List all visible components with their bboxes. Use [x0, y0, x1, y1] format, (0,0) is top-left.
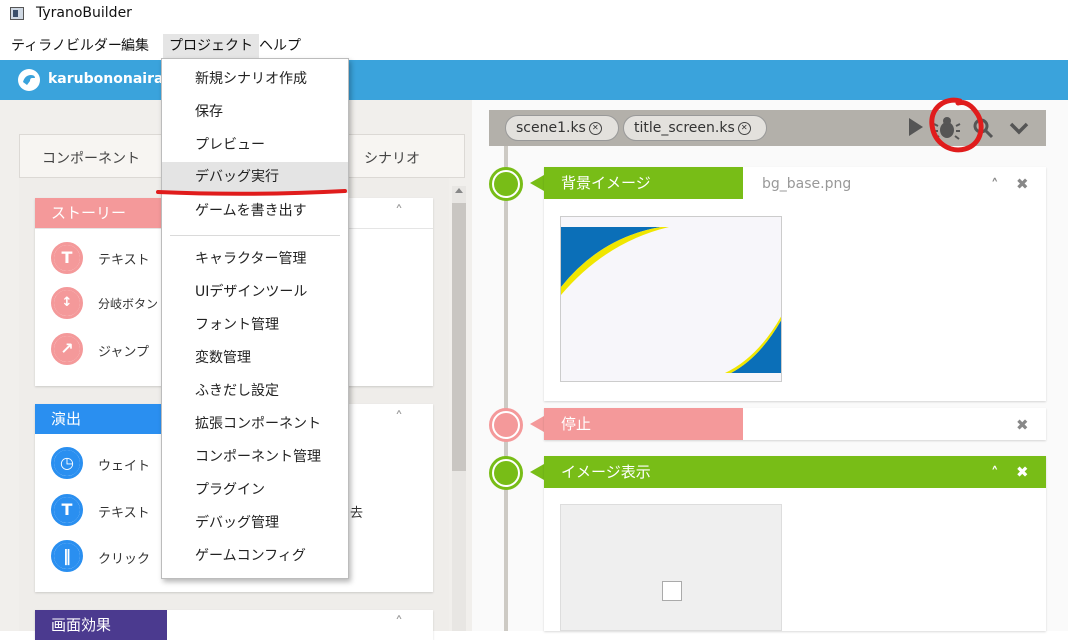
chevron-down-icon[interactable] [1008, 120, 1030, 136]
pointer-arrow [530, 416, 544, 432]
scene-tab-label: scene1.ks [516, 120, 586, 136]
text-t-icon[interactable]: T [51, 242, 83, 274]
stop-timeline-icon [489, 408, 523, 442]
image-placeholder [560, 504, 782, 631]
menu-item-plugins[interactable]: プラグイン [162, 475, 348, 506]
story-card-title: ストーリー [35, 198, 161, 228]
scene-tab-scene1[interactable]: scene1.ks ✕ [505, 115, 619, 141]
pointer-arrow [530, 464, 544, 480]
component-text[interactable]: テキスト [98, 249, 150, 268]
pause-icon[interactable]: ‖ [51, 540, 83, 572]
menu-item-character-manager[interactable]: キャラクター管理 [162, 244, 348, 275]
menu-bar [0, 30, 1068, 60]
collapse-chevron-icon[interactable]: ˄ [991, 464, 999, 482]
collapse-chevron-icon[interactable]: ˄ [395, 408, 403, 427]
component-partial-label: 去 [350, 506, 364, 521]
component-wait[interactable]: ウェイト [98, 455, 150, 474]
scene-tab-label: title_screen.ks [634, 120, 735, 136]
tab-scenario[interactable]: シナリオ [364, 148, 420, 168]
background-filename: bg_base.png [762, 176, 852, 192]
menu-edit[interactable]: 編集 [115, 34, 155, 58]
timeline-line [504, 146, 508, 631]
menu-help[interactable]: ヘルプ [253, 34, 307, 58]
app-icon [10, 7, 24, 20]
scroll-up-arrow-icon[interactable] [455, 188, 463, 193]
close-tab-icon[interactable]: ✕ [588, 121, 602, 135]
menu-item-debug-manager[interactable]: デバッグ管理 [162, 508, 348, 539]
text-clear-icon[interactable]: T [51, 494, 83, 526]
menu-tyranobuilder[interactable]: ティラノビルダー [5, 34, 128, 58]
menu-item-speech-bubble-settings[interactable]: ふきだし設定 [162, 376, 348, 407]
menu-item-variable-manager[interactable]: 変数管理 [162, 343, 348, 374]
collapse-chevron-icon[interactable]: ˄ [395, 613, 403, 632]
menu-item-export-game[interactable]: ゲームを書き出す [162, 196, 348, 227]
screen-effects-card-title: 画面効果 [35, 610, 167, 640]
window-title-bar: TyranoBuilder [0, 0, 1068, 30]
background-image-timeline-icon [489, 167, 523, 201]
left-scrollbar-thumb[interactable] [452, 203, 466, 471]
background-image-block-title: 背景イメージ [544, 167, 743, 199]
pointer-arrow [530, 175, 544, 191]
close-tab-icon[interactable]: ✕ [737, 121, 751, 135]
jump-arrow-icon[interactable]: ↗ [51, 333, 83, 365]
menu-item-component-manager[interactable]: コンポーネント管理 [162, 442, 348, 473]
delete-x-icon[interactable]: ✖ [1016, 463, 1029, 481]
menu-item-new-scenario[interactable]: 新規シナリオ作成 [162, 64, 348, 95]
menu-item-extension-components[interactable]: 拡張コンポーネント [162, 409, 348, 440]
branch-arrows-icon[interactable]: ↕ [51, 287, 83, 319]
tab-components[interactable]: コンポーネント [42, 148, 140, 168]
effects-card-title: 演出 [35, 404, 161, 434]
delete-x-icon[interactable]: ✖ [1016, 175, 1029, 193]
menu-item-font-manager[interactable]: フォント管理 [162, 310, 348, 341]
project-name: karubononairan [48, 71, 174, 87]
menu-project[interactable]: プロジェクト [163, 34, 259, 58]
window-title: TyranoBuilder [36, 5, 132, 21]
stop-block-title: 停止 [544, 408, 743, 440]
tyrano-logo-icon [18, 69, 40, 91]
background-thumbnail [560, 216, 782, 382]
collapse-chevron-icon[interactable]: ˄ [395, 202, 403, 221]
delete-x-icon[interactable]: ✖ [1016, 416, 1029, 434]
menu-item-save[interactable]: 保存 [162, 97, 348, 128]
component-click-wait[interactable]: クリック [98, 548, 150, 567]
component-jump[interactable]: ジャンプ [98, 341, 149, 360]
menu-item-preview[interactable]: プレビュー [162, 130, 348, 161]
component-branch-button[interactable]: 分岐ボタン [98, 295, 158, 312]
image-show-timeline-icon [489, 456, 523, 490]
image-show-block-title: イメージ表示 [544, 456, 1046, 488]
red-annotation-circle [929, 97, 984, 153]
red-underline-annotation [156, 189, 347, 196]
menu-item-game-config[interactable]: ゲームコンフィグ [162, 541, 348, 572]
collapse-chevron-icon[interactable]: ˄ [991, 176, 999, 194]
clock-icon[interactable]: ◷ [51, 447, 83, 479]
component-text-clear[interactable]: テキスト [98, 502, 150, 521]
scene-tab-title-screen[interactable]: title_screen.ks ✕ [623, 115, 767, 141]
menu-separator [170, 235, 340, 236]
menu-item-ui-design-tool[interactable]: UIデザインツール [162, 277, 348, 308]
broken-image-icon [662, 581, 682, 601]
